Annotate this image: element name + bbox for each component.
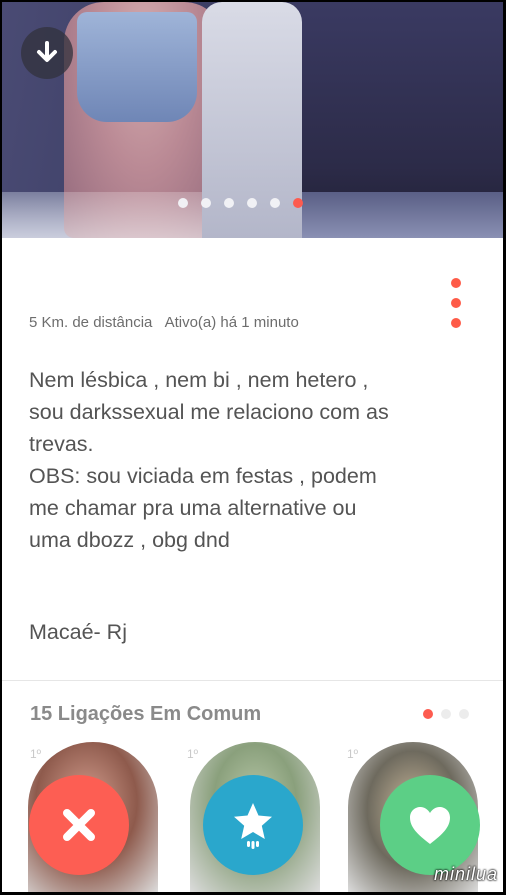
watermark-logo: minilua xyxy=(434,864,499,884)
photo-pager-dot[interactable] xyxy=(247,198,257,208)
star-icon xyxy=(234,803,272,849)
close-icon xyxy=(63,809,95,841)
distance-label: 5 Km. de distância xyxy=(29,314,153,331)
connection-degree: 1º xyxy=(30,747,42,761)
arrow-down-icon xyxy=(37,41,57,62)
connections-pager-dot[interactable] xyxy=(459,709,469,719)
photo-pager-dot[interactable] xyxy=(201,198,211,208)
connections-pager xyxy=(423,709,469,719)
photo-pager-dot[interactable] xyxy=(224,198,234,208)
connection-degree: 1º xyxy=(347,747,359,761)
connections-pager-dot-active[interactable] xyxy=(423,709,433,719)
profile-meta: 5 Km. de distância Ativo(a) há 1 minuto xyxy=(29,314,299,331)
like-button[interactable] xyxy=(380,775,480,875)
photo-pager-dot[interactable] xyxy=(270,198,280,208)
photo-pager-dot[interactable] xyxy=(178,198,188,208)
photo-pager-dot-active[interactable] xyxy=(293,198,303,208)
profile-photo[interactable] xyxy=(2,2,503,238)
heart-icon xyxy=(410,807,450,844)
profile-bio: Nem lésbica , nem bi , nem hetero , sou … xyxy=(29,368,389,552)
profile-card: 5 Km. de distância Ativo(a) há 1 minuto … xyxy=(2,2,503,892)
photo-glare xyxy=(2,192,202,238)
nope-button[interactable] xyxy=(29,775,129,875)
section-divider xyxy=(2,680,503,681)
photo-pager xyxy=(178,198,303,208)
connections-pager-dot[interactable] xyxy=(441,709,451,719)
more-options-dot xyxy=(451,298,461,308)
profile-city: Macaé- Rj xyxy=(29,620,127,644)
collapse-profile-button[interactable] xyxy=(21,27,73,79)
more-options-dot xyxy=(451,278,461,288)
more-options-icon[interactable] xyxy=(449,278,463,328)
superlike-button[interactable] xyxy=(203,775,303,875)
active-status-label: Ativo(a) há 1 minuto xyxy=(164,314,299,331)
more-options-dot xyxy=(451,318,461,328)
connection-degree: 1º xyxy=(187,747,199,761)
common-connections-title: 15 Ligações Em Comum xyxy=(30,703,262,725)
photo-subject-shorts xyxy=(77,12,197,122)
